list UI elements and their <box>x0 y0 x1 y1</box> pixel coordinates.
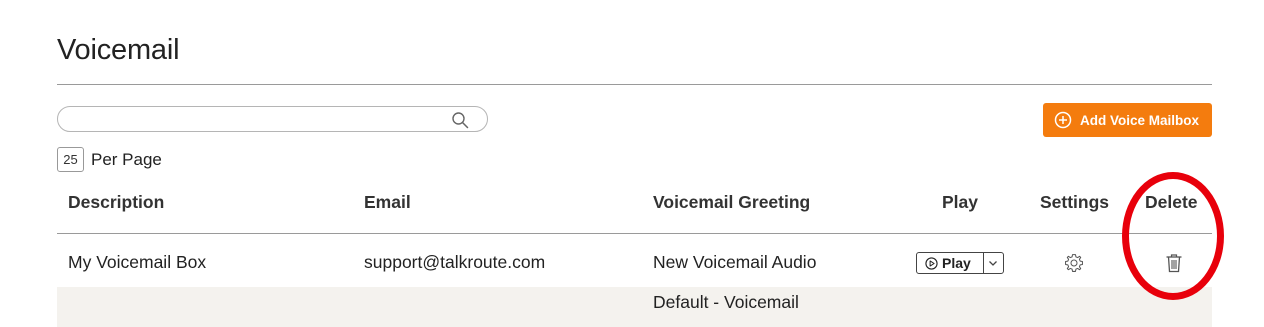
chevron-down-icon[interactable] <box>987 257 999 269</box>
gear-icon[interactable] <box>1063 252 1085 274</box>
add-voice-mailbox-button[interactable]: Add Voice Mailbox <box>1043 103 1212 137</box>
play-circle-icon <box>925 256 938 270</box>
row-description: My Voicemail Box <box>68 252 207 272</box>
column-header-play: Play <box>942 192 978 212</box>
table-row <box>57 234 1212 287</box>
row-greeting-2: Default - Voicemail <box>653 292 799 312</box>
row-greeting: New Voicemail Audio <box>653 252 817 272</box>
per-page-select[interactable]: 25 <box>57 147 84 172</box>
column-header-delete: Delete <box>1145 192 1198 212</box>
per-page-label: Per Page <box>91 149 162 169</box>
per-page-control: 25 Per Page <box>57 147 162 172</box>
search-field[interactable] <box>57 106 488 132</box>
row-email: support@talkroute.com <box>364 252 546 272</box>
search-icon[interactable] <box>451 111 469 129</box>
table-row <box>57 287 1212 327</box>
add-voice-mailbox-label: Add Voice Mailbox <box>1080 112 1200 128</box>
column-header-description[interactable]: Description <box>68 192 164 213</box>
column-header-settings: Settings <box>1040 192 1110 212</box>
play-button-divider <box>983 253 984 273</box>
play-button[interactable]: Play <box>916 252 1004 274</box>
column-header-greeting[interactable]: Voicemail Greeting <box>653 192 810 213</box>
plus-circle-icon <box>1054 111 1072 129</box>
search-input[interactable] <box>70 107 454 131</box>
title-divider <box>57 84 1212 85</box>
column-header-email[interactable]: Email <box>364 192 411 213</box>
page-title: Voicemail <box>57 34 180 66</box>
trash-icon[interactable] <box>1163 252 1185 274</box>
play-label: Play <box>942 255 971 271</box>
